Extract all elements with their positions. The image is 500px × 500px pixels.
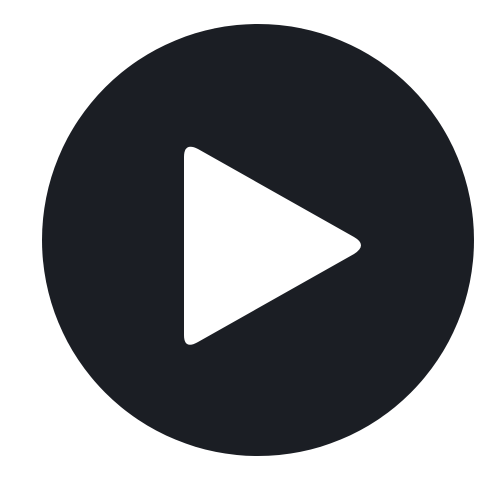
play-triangle <box>184 146 361 345</box>
play-button[interactable] <box>42 24 474 456</box>
play-icon <box>184 146 361 345</box>
stage <box>0 0 500 500</box>
